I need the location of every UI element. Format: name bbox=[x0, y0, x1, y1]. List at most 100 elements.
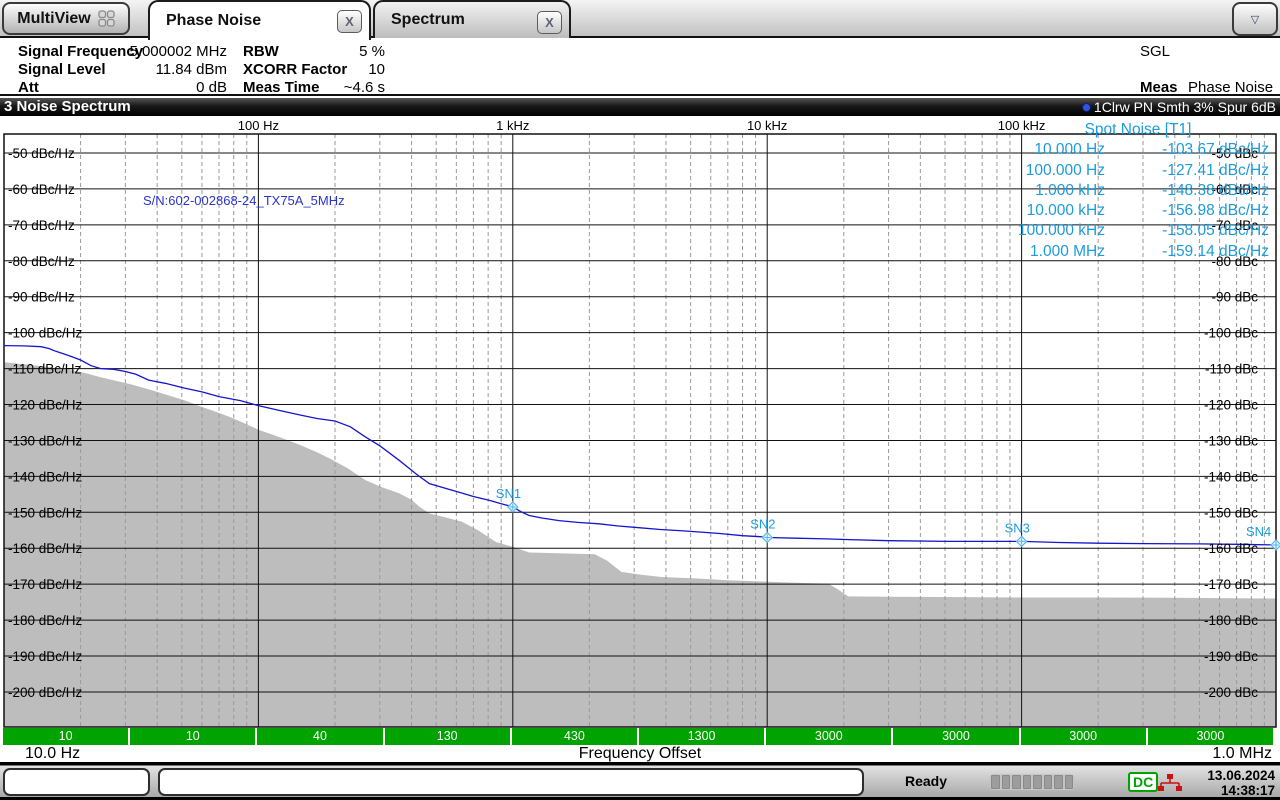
spot-noise-row: 1.000 kHz-148.38 dBc/Hz bbox=[983, 181, 1273, 201]
tab-spectrum-label: Spectrum bbox=[391, 11, 465, 29]
progress-segment bbox=[1023, 775, 1032, 789]
multiview-label: MultiView bbox=[17, 10, 91, 28]
meas-time-value: ~4.6 s bbox=[280, 79, 385, 96]
x-axis-decade-label: 100 Hz bbox=[238, 118, 279, 133]
spot-noise-frequency: 10.000 kHz bbox=[983, 201, 1105, 221]
marker-label-sn2: SN2 bbox=[750, 516, 775, 531]
window-title: 3 Noise Spectrum bbox=[4, 98, 131, 116]
network-status-icon bbox=[1157, 774, 1183, 792]
close-icon[interactable]: X bbox=[337, 10, 362, 33]
att-value: 0 dB bbox=[60, 79, 227, 96]
progress-segment bbox=[1065, 775, 1074, 789]
rbw-label: RBW bbox=[243, 43, 279, 60]
chevron-down-icon: ▽ bbox=[1251, 13, 1259, 26]
tab-bar: MultiView Phase Noise X Spectrum X ▽ bbox=[0, 0, 1280, 38]
y-axis-label-left: -60 dBc/Hz bbox=[8, 182, 75, 197]
window-title-bar: 3 Noise Spectrum 1Clrw PN Smth 3% Spur 6… bbox=[0, 98, 1280, 116]
y-axis-label-right: -110 dBc bbox=[1205, 362, 1258, 377]
y-axis-label-left: -130 dBc/Hz bbox=[8, 433, 83, 448]
y-axis-label-right: -200 dBc bbox=[1204, 685, 1258, 700]
marker-label-sn3: SN3 bbox=[1005, 520, 1030, 535]
noise-spectrum-chart: 100 Hz1 kHz10 kHz100 kHz-50 dBc/Hz-50 dB… bbox=[0, 116, 1280, 728]
xcorr-count-segment: 430 bbox=[512, 728, 637, 745]
progress-segment bbox=[1033, 775, 1042, 789]
spot-noise-frequency: 10.000 Hz bbox=[983, 140, 1105, 160]
xcorr-count-segment: 3000 bbox=[1148, 728, 1273, 745]
y-axis-label-right: -160 dBc bbox=[1204, 541, 1258, 556]
spot-noise-frequency: 100.000 kHz bbox=[983, 221, 1105, 241]
sgl-indicator: SGL bbox=[1140, 43, 1180, 60]
status-field-message[interactable] bbox=[158, 768, 864, 796]
progress-segment bbox=[1044, 775, 1053, 789]
y-axis-label-right: -100 dBc bbox=[1204, 326, 1258, 341]
close-icon[interactable]: X bbox=[537, 11, 562, 34]
trace-dot-icon bbox=[1082, 103, 1091, 112]
xcorr-count-segment: 1300 bbox=[639, 728, 764, 745]
spot-noise-table: Spot Noise [T1]10.000 Hz-103.67 dBc/Hz10… bbox=[983, 120, 1273, 262]
xcorr-count-segment: 3000 bbox=[893, 728, 1018, 745]
trace-legend-label: 1Clrw PN Smth 3% Spur 6dB bbox=[1094, 98, 1276, 116]
y-axis-label-left: -150 dBc/Hz bbox=[8, 505, 83, 520]
xcorr-count-segment: 10 bbox=[130, 728, 255, 745]
measurement-progress-bar bbox=[990, 774, 1074, 790]
y-axis-label-left: -160 dBc/Hz bbox=[8, 541, 83, 556]
progress-segment bbox=[991, 775, 1000, 789]
tab-phase-noise[interactable]: Phase Noise X bbox=[148, 0, 371, 40]
spot-noise-value: -158.05 dBc/Hz bbox=[1105, 221, 1269, 241]
status-bar: Ready DC 13.06.2024 14:38:17 bbox=[0, 765, 1280, 797]
y-axis-label-right: -120 dBc bbox=[1204, 398, 1258, 413]
multiview-grid-icon bbox=[98, 10, 115, 27]
y-axis-label-left: -140 dBc/Hz bbox=[8, 469, 83, 484]
marker-label-sn1: SN1 bbox=[496, 486, 521, 501]
tab-overflow-dropdown-button[interactable]: ▽ bbox=[1232, 2, 1278, 36]
y-axis-label-left: -100 dBc/Hz bbox=[8, 326, 83, 341]
x-axis-title: Frequency Offset bbox=[0, 745, 1280, 763]
spot-noise-value: -127.41 dBc/Hz bbox=[1105, 161, 1269, 181]
trace-legend: 1Clrw PN Smth 3% Spur 6dB bbox=[1082, 98, 1276, 116]
multiview-button[interactable]: MultiView bbox=[2, 2, 130, 35]
y-axis-label-left: -190 dBc/Hz bbox=[8, 649, 83, 664]
y-axis-label-left: -70 dBc/Hz bbox=[8, 218, 75, 233]
x-axis-stop-value: 1.0 MHz bbox=[1212, 745, 1272, 763]
y-axis-label-right: -140 dBc bbox=[1204, 469, 1258, 484]
spot-noise-row: 10.000 Hz-103.67 dBc/Hz bbox=[983, 140, 1273, 160]
xcorr-count-segment: 10 bbox=[3, 728, 128, 745]
y-axis-label-left: -110 dBc/Hz bbox=[8, 362, 82, 377]
spot-noise-value: -159.14 dBc/Hz bbox=[1105, 242, 1269, 262]
dc-coupling-badge: DC bbox=[1128, 772, 1158, 792]
meas-value: Phase Noise bbox=[1188, 79, 1278, 96]
date: 13.06.2024 bbox=[1207, 768, 1275, 783]
xcorr-segment-bar: 10104013043013003000300030003000 bbox=[0, 728, 1280, 745]
xcorr-gain-area bbox=[4, 362, 1276, 727]
tab-spectrum[interactable]: Spectrum X bbox=[373, 0, 571, 38]
serial-number-annotation: S/N:602-002868-24_TX75A_5MHz bbox=[143, 193, 345, 208]
xcorr-count-segment: 130 bbox=[385, 728, 510, 745]
marker-label-sn4: SN4 bbox=[1246, 524, 1271, 539]
y-axis-label-right: -180 dBc bbox=[1204, 613, 1258, 628]
x-axis-decade-label: 1 kHz bbox=[496, 118, 529, 133]
tab-phase-noise-label: Phase Noise bbox=[166, 12, 261, 30]
spot-noise-frequency: 100.000 Hz bbox=[983, 161, 1105, 181]
progress-segment bbox=[1054, 775, 1063, 789]
spot-noise-frequency: 1.000 MHz bbox=[983, 242, 1105, 262]
rbw-value: 5 % bbox=[280, 43, 385, 60]
y-axis-label-right: -130 dBc bbox=[1204, 433, 1258, 448]
xcorr-count-segment: 40 bbox=[257, 728, 382, 745]
xcorr-count-segment: 3000 bbox=[1021, 728, 1146, 745]
y-axis-label-left: -120 dBc/Hz bbox=[8, 398, 83, 413]
y-axis-label-right: -90 dBc bbox=[1211, 290, 1258, 305]
x-axis-decade-label: 10 kHz bbox=[747, 118, 787, 133]
spot-noise-value: -148.38 dBc/Hz bbox=[1105, 181, 1269, 201]
xcorr-factor-value: 10 bbox=[280, 61, 385, 78]
y-axis-label-left: -180 dBc/Hz bbox=[8, 613, 83, 628]
time: 14:38:17 bbox=[1207, 783, 1275, 798]
progress-segment bbox=[1012, 775, 1021, 789]
y-axis-label-left: -90 dBc/Hz bbox=[8, 290, 75, 305]
y-axis-label-right: -170 dBc bbox=[1204, 577, 1258, 592]
spot-noise-value: -103.67 dBc/Hz bbox=[1105, 140, 1269, 160]
y-axis-label-right: -190 dBc bbox=[1204, 649, 1258, 664]
y-axis-label-left: -50 dBc/Hz bbox=[8, 146, 75, 161]
status-field-left[interactable] bbox=[3, 768, 150, 796]
date-time: 13.06.2024 14:38:17 bbox=[1207, 768, 1275, 798]
y-axis-label-left: -170 dBc/Hz bbox=[8, 577, 83, 592]
